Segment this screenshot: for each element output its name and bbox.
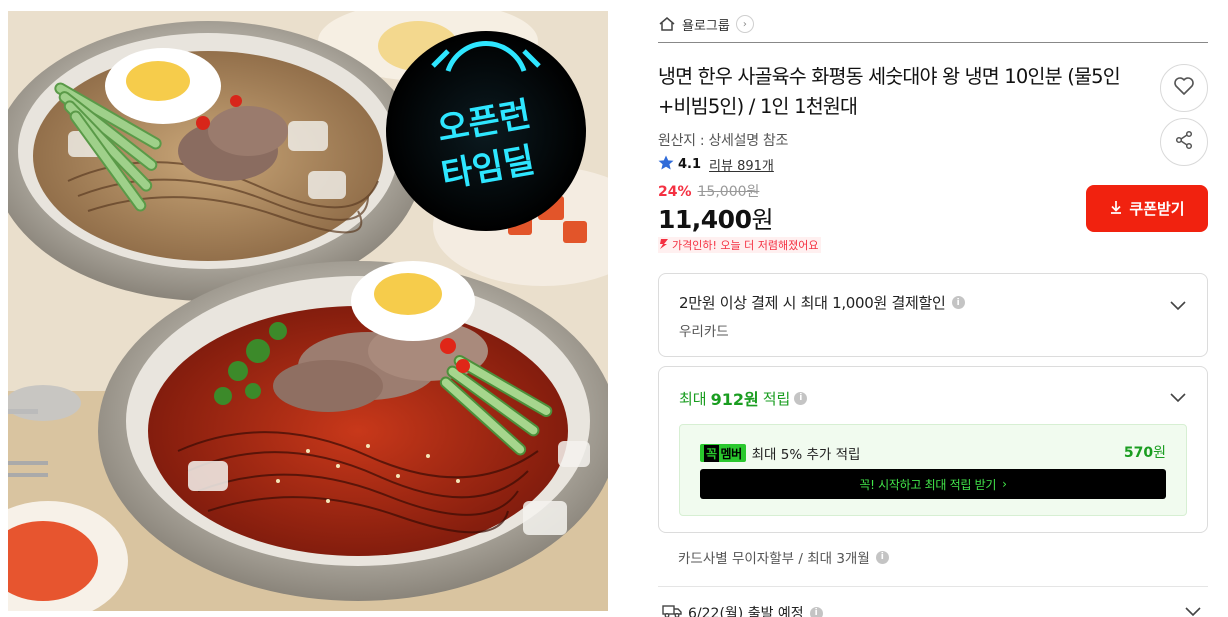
rating-value: 4.1 xyxy=(678,157,702,172)
card-name: 우리카드 xyxy=(679,324,729,340)
chevron-right-icon: › xyxy=(1002,477,1007,491)
download-icon xyxy=(1109,200,1123,218)
membership-points: 570원 xyxy=(1123,445,1166,461)
chevron-down-icon[interactable] xyxy=(1169,388,1187,406)
membership-join-button[interactable]: 꼭! 시작하고 최대 적립 받기 › xyxy=(700,469,1166,499)
store-name[interactable]: 욜로그룹 xyxy=(682,15,730,34)
origin-info: 원산지 : 상세설명 참조 xyxy=(658,133,789,149)
store-link[interactable]: 욜로그룹 › xyxy=(658,12,754,36)
chevron-down-icon[interactable] xyxy=(1184,602,1202,617)
arrow-down-icon xyxy=(658,238,670,253)
membership-join-label: 꼭! 시작하고 최대 적립 받기 xyxy=(859,477,997,492)
share-button[interactable] xyxy=(1160,118,1208,166)
card-discount-panel[interactable]: 2만원 이상 결제 시 최대 1,000원 결제할인 i 우리카드 xyxy=(658,273,1208,357)
product-info-pane: 욜로그룹 › 냉면 한우 사골육수 화평동 세숫대야 왕 냉면 10인분 (물5… xyxy=(658,0,1208,617)
sale-price: 11,400원 xyxy=(658,200,774,235)
food-photo-illustration: 오픈런 타임딜 xyxy=(8,11,608,611)
discount-row: 24% 15,000원 xyxy=(658,181,759,201)
points-prefix: 최대 xyxy=(679,389,707,408)
timedeal-badge: 오픈런 타임딜 xyxy=(386,31,586,231)
info-icon[interactable]: i xyxy=(794,391,808,405)
divider xyxy=(658,42,1208,43)
divider xyxy=(658,586,1208,587)
installment-info: 카드사별 무이자할부 / 최대 3개월 i xyxy=(678,547,889,567)
chevron-down-icon[interactable] xyxy=(1169,296,1187,314)
membership-text: 최대 5% 추가 적립 xyxy=(751,447,861,463)
sale-price-unit: 원 xyxy=(751,206,774,234)
review-count-link[interactable]: 리뷰 891개 xyxy=(709,155,774,174)
membership-box: 꼭 멤버 최대 5% 추가 적립 570원 꼭! 시작하고 최대 적립 받기 › xyxy=(679,424,1187,516)
product-image[interactable]: 오픈런 타임딜 xyxy=(8,11,608,611)
star-icon xyxy=(658,155,674,174)
heart-icon xyxy=(1173,76,1195,100)
info-icon[interactable]: i xyxy=(951,296,965,309)
price-drop-text: 가격인하! 오늘 더 저렴해졌어요 xyxy=(672,239,819,252)
points-amount: 912원 xyxy=(710,390,759,409)
card-discount-text: 2만원 이상 결제 시 최대 1,000원 결제할인 xyxy=(679,294,946,312)
points-panel[interactable]: 최대 912원 적립 i 꼭 멤버 최대 5% 추가 적립 570원 꼭! 시작하… xyxy=(658,366,1208,533)
rating-row: 4.1 리뷰 891개 xyxy=(658,155,774,174)
product-title: 냉면 한우 사골육수 화평동 세숫대야 왕 냉면 10인분 (물5인+비빔5인)… xyxy=(658,65,1121,118)
info-icon[interactable]: i xyxy=(875,550,889,564)
membership-logo: 꼭 멤버 xyxy=(700,444,746,462)
home-icon xyxy=(658,16,676,32)
points-suffix: 적립 xyxy=(762,389,791,408)
share-icon xyxy=(1174,130,1194,154)
original-price: 15,000원 xyxy=(697,184,760,200)
coupon-button[interactable]: 쿠폰받기 xyxy=(1086,185,1208,232)
sale-price-number: 11,400 xyxy=(658,205,752,234)
chevron-right-icon[interactable]: › xyxy=(735,15,754,33)
price-drop-notice: 가격인하! 오늘 더 저렴해졌어요 xyxy=(658,237,822,253)
truck-icon xyxy=(662,604,682,617)
delivery-info: 6/22(월) 출발 예정 i xyxy=(662,603,823,617)
wishlist-button[interactable] xyxy=(1160,64,1208,112)
delivery-date: 6/22(월) 출발 예정 xyxy=(688,606,804,617)
info-icon[interactable]: i xyxy=(809,606,823,617)
coupon-label: 쿠폰받기 xyxy=(1129,200,1185,218)
discount-rate: 24% xyxy=(658,184,692,200)
